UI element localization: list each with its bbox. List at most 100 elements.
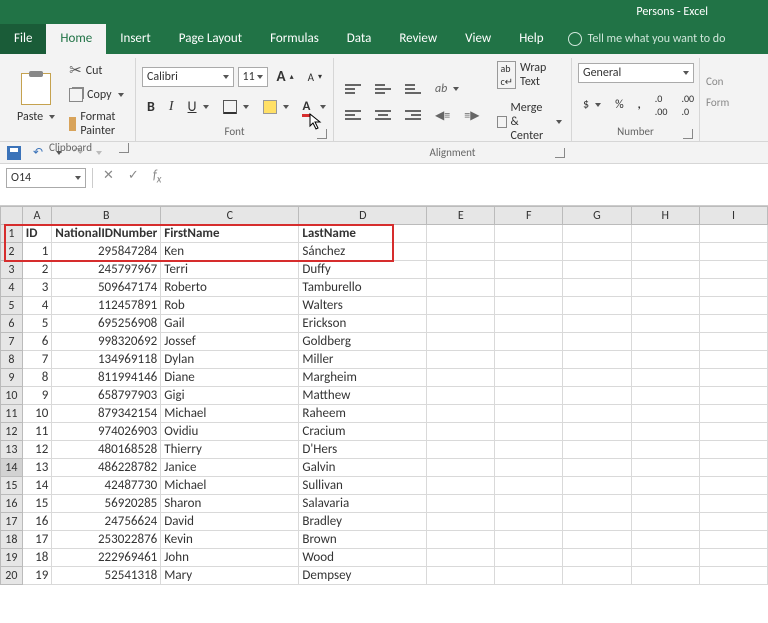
row-header-7[interactable]: 7 [1,333,23,351]
fx-button[interactable]: fx [149,168,166,186]
number-dialog-launcher[interactable] [683,129,693,139]
decrease-decimal-button[interactable]: .00.0 [676,89,699,121]
cell-C16[interactable]: Sharon [161,495,299,513]
cell-B2[interactable]: 295847284 [52,243,161,261]
row-header-14[interactable]: 14 [1,459,23,477]
cut-button[interactable]: ✂Cut [64,58,129,83]
cell-D9[interactable]: Margheim [299,369,427,387]
wrap-text-button[interactable]: abc↵Wrap Text [492,58,567,92]
cell-D6[interactable]: Erickson [299,315,427,333]
cell-C6[interactable]: Gail [161,315,299,333]
font-size-select[interactable]: 11 [238,67,268,87]
alignment-dialog-launcher[interactable] [555,148,565,158]
borders-button[interactable] [218,97,254,117]
cell-B6[interactable]: 695256908 [52,315,161,333]
cell-A16[interactable]: 15 [22,495,52,513]
align-bottom-button[interactable] [400,81,426,97]
cell-C9[interactable]: Diane [161,369,299,387]
cell-A3[interactable]: 2 [22,261,52,279]
tab-data[interactable]: Data [333,24,386,54]
row-header-6[interactable]: 6 [1,315,23,333]
cell-C1[interactable]: FirstName [161,225,299,243]
cell-D4[interactable]: Tamburello [299,279,427,297]
format-painter-button[interactable]: Format Painter [64,107,129,141]
cell-C17[interactable]: David [161,513,299,531]
col-header-A[interactable]: A [22,207,52,225]
cell-A11[interactable]: 10 [22,405,52,423]
align-middle-button[interactable] [370,81,396,97]
cell-B10[interactable]: 658797903 [52,387,161,405]
save-button[interactable] [6,145,22,161]
cell-D2[interactable]: Sánchez [299,243,427,261]
tab-help[interactable]: Help [505,24,557,54]
cell-D17[interactable]: Bradley [299,513,427,531]
cell-B7[interactable]: 998320692 [52,333,161,351]
clipboard-dialog-launcher[interactable] [119,143,129,153]
cell-B1[interactable]: NationalIDNumber [52,225,161,243]
decrease-indent-button[interactable]: ◀≡ [430,105,455,126]
row-header-5[interactable]: 5 [1,297,23,315]
cell-D7[interactable]: Goldberg [299,333,427,351]
name-box[interactable]: O14 [6,168,86,188]
comma-button[interactable]: , [633,95,646,115]
cell-A2[interactable]: 1 [22,243,52,261]
paste-button[interactable]: Paste [12,107,60,127]
cell-D20[interactable]: Dempsey [299,567,427,585]
cell-B12[interactable]: 974026903 [52,423,161,441]
cell-A5[interactable]: 4 [22,297,52,315]
row-header-3[interactable]: 3 [1,261,23,279]
cell-C10[interactable]: Gigi [161,387,299,405]
cell-C4[interactable]: Roberto [161,279,299,297]
enter-formula-button[interactable]: ✓ [124,168,143,183]
merge-center-button[interactable]: Merge & Center [492,98,567,146]
row-header-8[interactable]: 8 [1,351,23,369]
row-header-2[interactable]: 2 [1,243,23,261]
row-header-4[interactable]: 4 [1,279,23,297]
row-header-12[interactable]: 12 [1,423,23,441]
cell-C20[interactable]: Mary [161,567,299,585]
underline-button[interactable]: U [183,95,214,118]
row-header-11[interactable]: 11 [1,405,23,423]
col-header-C[interactable]: C [161,207,299,225]
cell-A8[interactable]: 7 [22,351,52,369]
cell-A9[interactable]: 8 [22,369,52,387]
cell-B18[interactable]: 253022876 [52,531,161,549]
tab-review[interactable]: Review [385,24,451,54]
tab-view[interactable]: View [451,24,505,54]
col-header-B[interactable]: B [52,207,161,225]
cell-D3[interactable]: Duffy [299,261,427,279]
cell-B16[interactable]: 56920285 [52,495,161,513]
cell-D1[interactable]: LastName [299,225,427,243]
italic-button[interactable]: I [164,96,179,118]
increase-font-button[interactable]: A▴ [272,65,299,89]
cell-C5[interactable]: Rob [161,297,299,315]
cell-A12[interactable]: 11 [22,423,52,441]
cell-A18[interactable]: 17 [22,531,52,549]
row-header-18[interactable]: 18 [1,531,23,549]
cell-A19[interactable]: 18 [22,549,52,567]
cell-D16[interactable]: Salavaria [299,495,427,513]
increase-indent-button[interactable]: ≡▶ [459,105,484,126]
row-header-17[interactable]: 17 [1,513,23,531]
cell-D14[interactable]: Galvin [299,459,427,477]
cell-C12[interactable]: Ovidiu [161,423,299,441]
cell-A13[interactable]: 12 [22,441,52,459]
decrease-font-button[interactable]: A▾ [303,68,327,87]
cell-A6[interactable]: 5 [22,315,52,333]
cell-B17[interactable]: 24756624 [52,513,161,531]
orientation-button[interactable]: ab [430,79,464,99]
cell-C18[interactable]: Kevin [161,531,299,549]
row-header-9[interactable]: 9 [1,369,23,387]
row-header-15[interactable]: 15 [1,477,23,495]
row-header-13[interactable]: 13 [1,441,23,459]
cell-D10[interactable]: Matthew [299,387,427,405]
cell-C19[interactable]: John [161,549,299,567]
col-header-G[interactable]: G [563,207,631,225]
number-format-select[interactable]: General [578,63,694,83]
font-name-select[interactable]: Calibri [142,67,234,87]
cell-D18[interactable]: Brown [299,531,427,549]
currency-button[interactable]: $ [578,95,606,115]
cell-B9[interactable]: 811994146 [52,369,161,387]
cancel-formula-button[interactable]: ✕ [99,168,118,183]
cell-B5[interactable]: 112457891 [52,297,161,315]
